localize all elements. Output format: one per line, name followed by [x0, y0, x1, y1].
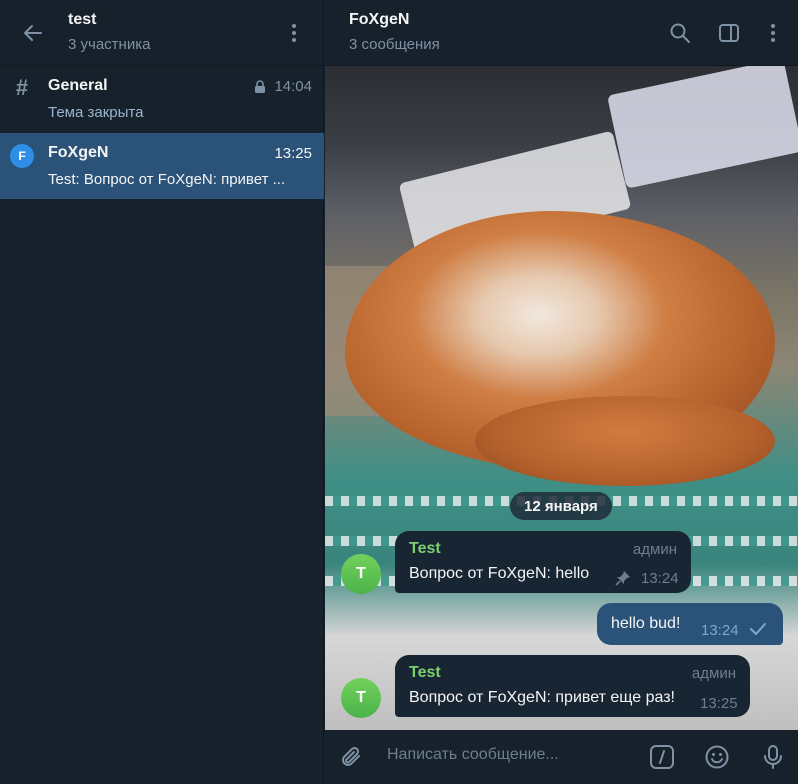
topic-name: General — [48, 77, 108, 94]
topic-badge-icon: F — [10, 144, 34, 168]
check-icon — [750, 623, 766, 635]
bot-commands-button[interactable] — [647, 742, 677, 772]
search-button[interactable] — [665, 18, 695, 48]
avatar[interactable]: T — [341, 678, 381, 718]
author-role-badge: админ — [632, 541, 677, 558]
topic-item-general[interactable]: # General 14:04 Тема закрыта — [0, 66, 324, 132]
emoji-icon — [705, 745, 729, 769]
wallpaper-cat-tail — [475, 396, 775, 486]
sidebar-menu-button[interactable] — [282, 18, 306, 48]
topic-time: 13:25 — [274, 145, 312, 162]
date-separator: 12 января — [510, 492, 612, 520]
paperclip-icon — [342, 746, 360, 766]
slash-command-icon — [650, 745, 674, 769]
message-time: 13:24 — [701, 622, 739, 639]
wallpaper-box — [607, 66, 798, 189]
topic-name: FoXgeN — [48, 144, 109, 161]
message-input[interactable]: Написать сообщение... — [387, 746, 559, 764]
sidebar-toggle-button[interactable] — [714, 18, 744, 48]
arrow-left-icon — [24, 25, 42, 41]
message-text: Вопрос от FoXgeN: hello — [409, 565, 590, 582]
message-bubble-outgoing[interactable]: hello bud! 13:24 — [597, 603, 783, 645]
group-members-count: 3 участника — [68, 36, 151, 53]
chat-message-count: 3 сообщения — [349, 36, 440, 53]
chat-menu-button[interactable] — [761, 18, 785, 48]
sidebar-header: test 3 участника — [0, 0, 323, 66]
chat-header: FoXgeN 3 сообщения — [325, 0, 798, 66]
message-time: 13:25 — [700, 695, 738, 712]
pin-icon — [615, 571, 630, 586]
message-text: Вопрос от FoXgeN: привет еще раз! — [409, 689, 675, 706]
topic-time: 14:04 — [274, 78, 312, 95]
topic-item-foxgen[interactable]: F FoXgeN 13:25 Test: Вопрос от FoXgeN: п… — [0, 133, 324, 199]
message-composer: Написать сообщение... — [325, 730, 798, 784]
kebab-icon — [771, 24, 775, 28]
topic-preview: Тема закрыта — [48, 104, 144, 121]
microphone-icon — [764, 745, 782, 769]
sidebar-toggle-icon — [719, 24, 739, 42]
message-bubble-incoming[interactable]: Test админ Вопрос от FoXgeN: привет еще … — [395, 655, 750, 717]
kebab-icon — [292, 24, 296, 28]
message-time: 13:24 — [641, 570, 679, 587]
message-text: hello bud! — [611, 615, 681, 632]
topic-preview: Test: Вопрос от FoXgeN: привет ... — [48, 171, 286, 188]
lock-icon — [255, 80, 265, 93]
topics-sidebar: test 3 участника # General 14:04 Тема за… — [0, 0, 324, 784]
group-title[interactable]: test — [68, 11, 96, 29]
hash-icon: # — [15, 75, 29, 100]
voice-record-button[interactable] — [758, 742, 788, 772]
back-button[interactable] — [18, 18, 48, 48]
chat-title[interactable]: FoXgeN — [349, 11, 409, 29]
emoji-button[interactable] — [702, 742, 732, 772]
author-role-badge: админ — [691, 665, 736, 682]
attach-button[interactable] — [337, 742, 367, 772]
chat-panel: FoXgeN 3 сообщения 12 января T Test адми… — [325, 0, 798, 784]
message-author[interactable]: Test — [409, 540, 441, 558]
message-bubble-incoming[interactable]: Test админ Вопрос от FoXgeN: hello 13:24 — [395, 531, 691, 593]
search-icon — [670, 23, 690, 43]
avatar[interactable]: T — [341, 554, 381, 594]
message-author[interactable]: Test — [409, 664, 441, 682]
